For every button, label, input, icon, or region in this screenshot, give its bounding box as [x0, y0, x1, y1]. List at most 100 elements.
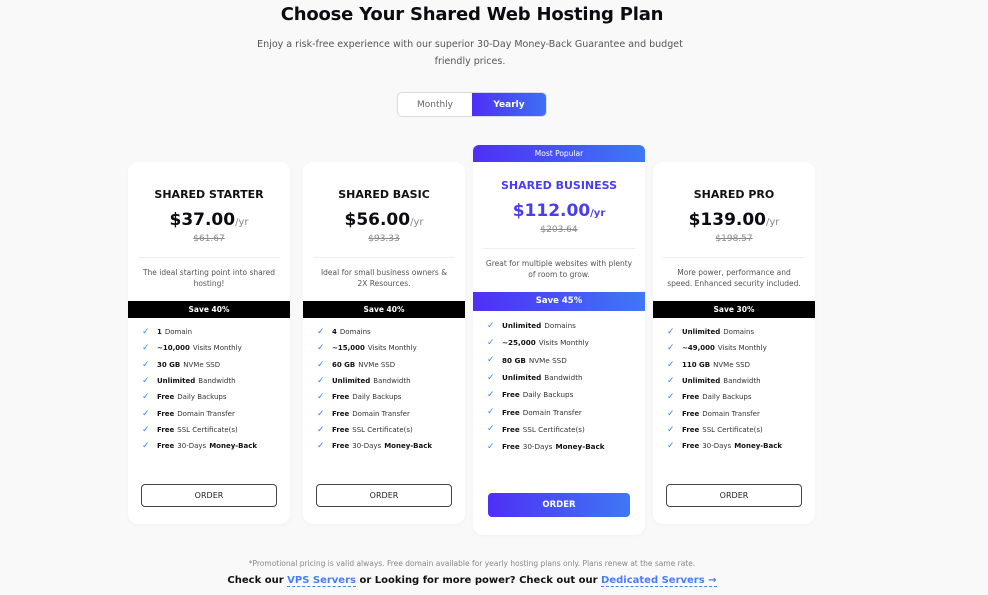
- feature-text: Domains: [723, 328, 755, 337]
- divider: [483, 248, 635, 249]
- divider: [138, 257, 280, 258]
- feature-highlight: ~15,000: [332, 344, 365, 353]
- feature-text: NVMe SSD: [183, 360, 221, 369]
- feature-item: ✓ Free Domain Transfer: [142, 405, 290, 421]
- original-price: $93.33: [368, 234, 400, 244]
- order-button[interactable]: ORDER: [666, 484, 802, 507]
- feature-text: Domains: [544, 321, 576, 331]
- feature-highlight: Free: [682, 393, 700, 402]
- feature-highlight: Unlimited: [157, 377, 196, 386]
- check-icon: ✓: [142, 343, 150, 354]
- savings-badge: Save 30%: [653, 301, 815, 318]
- feature-highlight: Unlimited: [682, 328, 721, 337]
- feature-item: ✓ 110 GB NVMe SSD: [667, 357, 815, 373]
- plan-card: SHARED BASIC $56.00/yr $93.33 Ideal for sma…: [303, 162, 465, 524]
- feature-item: ✓ ~15,000 Visits Monthly: [317, 340, 465, 356]
- vps-servers-link[interactable]: VPS Servers: [287, 575, 356, 587]
- feature-highlight: Free: [157, 393, 175, 402]
- feature-text: 30-Days: [177, 442, 207, 451]
- price-amount: $37.00: [169, 210, 236, 230]
- savings-badge: Save 40%: [128, 301, 290, 318]
- price-period: /yr: [766, 217, 780, 228]
- feature-item: ✓ Free SSL Certificate(s): [317, 422, 465, 438]
- feature-text: Bandwidth: [723, 377, 761, 386]
- feature-highlight: Free: [502, 424, 520, 434]
- feature-text: Domain: [164, 328, 193, 337]
- toggle-monthly[interactable]: Monthly: [398, 93, 472, 116]
- price-period: /yr: [235, 217, 249, 228]
- price-amount: $139.00: [688, 210, 767, 230]
- plan-price: $37.00/yr: [128, 210, 290, 230]
- check-icon: ✓: [142, 392, 150, 403]
- check-icon: ✓: [487, 389, 495, 400]
- feature-highlight: 110 GB: [682, 360, 711, 369]
- feature-highlight: Free: [157, 425, 175, 434]
- plan-description: The ideal starting point into shared hos…: [142, 268, 276, 288]
- feature-item: ✓ Free Domain Transfer: [667, 405, 815, 421]
- feature-item: ✓ 80 GB NVMe SSD: [487, 352, 645, 369]
- feature-text: SSL Certificate(s): [702, 425, 763, 434]
- feature-text: SSL Certificate(s): [352, 425, 413, 434]
- feature-item: ✓ Free SSL Certificate(s): [667, 422, 815, 438]
- promo-footnote: *Promotional pricing is valid always. Fr…: [248, 559, 696, 568]
- check-icon: ✓: [142, 424, 150, 435]
- links-text-2: or Looking for more power? Check out our: [355, 575, 602, 586]
- check-icon: ✓: [142, 359, 150, 370]
- feature-text: 30-Days: [352, 442, 382, 451]
- feature-text: NVMe SSD: [358, 360, 396, 369]
- plan-price: $139.00/yr: [653, 210, 815, 230]
- check-icon: ✓: [667, 376, 675, 387]
- feature-highlight: Free: [502, 442, 520, 452]
- feature-item: ✓ Unlimited Bandwidth: [142, 373, 290, 389]
- feature-text: Domain Transfer: [702, 409, 760, 418]
- feature-item: ✓ Free Daily Backups: [667, 389, 815, 405]
- plan-description: Ideal for small business owners & 2X Res…: [320, 268, 448, 288]
- feature-highlight: 60 GB: [332, 360, 356, 369]
- feature-highlight-2: Money-Back: [209, 442, 258, 451]
- check-icon: ✓: [487, 407, 495, 418]
- dedicated-servers-link[interactable]: Dedicated Servers →: [601, 575, 717, 587]
- check-icon: ✓: [317, 408, 325, 419]
- feature-text: Daily Backups: [177, 393, 227, 402]
- order-button[interactable]: ORDER: [316, 484, 452, 507]
- feature-item: ✓ 1 Domain: [142, 324, 290, 340]
- divider: [663, 257, 805, 258]
- feature-item: ✓ Free 30-Days Money-Back: [317, 438, 465, 454]
- feature-item: ✓ Free Domain Transfer: [317, 405, 465, 421]
- feature-highlight: Free: [502, 407, 520, 417]
- page-title: Choose Your Shared Web Hosting Plan: [280, 4, 664, 25]
- feature-item: ✓ ~49,000 Visits Monthly: [667, 340, 815, 356]
- feature-item: ✓ Unlimited Domains: [487, 317, 645, 334]
- check-icon: ✓: [667, 424, 675, 435]
- feature-highlight: ~49,000: [682, 344, 715, 353]
- feature-highlight: 80 GB: [502, 355, 526, 365]
- order-button[interactable]: ORDER: [488, 493, 630, 517]
- feature-text: Domain Transfer: [177, 409, 235, 418]
- order-button[interactable]: ORDER: [141, 484, 277, 507]
- check-icon: ✓: [317, 376, 325, 387]
- feature-item: ✓ Free 30-Days Money-Back: [667, 438, 815, 454]
- plan-card: SHARED PRO $139.00/yr $198.57 More power, p…: [653, 162, 815, 524]
- feature-highlight: Free: [332, 442, 350, 451]
- check-icon: ✓: [317, 359, 325, 370]
- toggle-yearly[interactable]: Yearly: [472, 93, 546, 116]
- feature-list: ✓ Unlimited Domains ✓ ~25,000 Visits Monthly ✓…: [487, 317, 645, 455]
- feature-item: ✓ Free 30-Days Money-Back: [487, 438, 645, 455]
- feature-highlight: Free: [682, 409, 700, 418]
- feature-highlight: Free: [682, 442, 700, 451]
- check-icon: ✓: [487, 355, 495, 366]
- feature-highlight: 4: [332, 328, 337, 337]
- price-period: /yr: [590, 208, 606, 219]
- feature-item: ✓ 30 GB NVMe SSD: [142, 357, 290, 373]
- feature-text: Visits Monthly: [717, 344, 767, 353]
- check-icon: ✓: [142, 408, 150, 419]
- check-icon: ✓: [487, 372, 495, 383]
- plan-description: Great for multiple websites with plenty …: [485, 259, 633, 279]
- check-icon: ✓: [317, 343, 325, 354]
- feature-text: Visits Monthly: [538, 338, 589, 348]
- feature-text: Bandwidth: [198, 377, 236, 386]
- plan-price: $56.00/yr: [303, 210, 465, 230]
- feature-item: ✓ Free SSL Certificate(s): [487, 421, 645, 438]
- feature-highlight: Free: [332, 393, 350, 402]
- check-icon: ✓: [317, 327, 325, 338]
